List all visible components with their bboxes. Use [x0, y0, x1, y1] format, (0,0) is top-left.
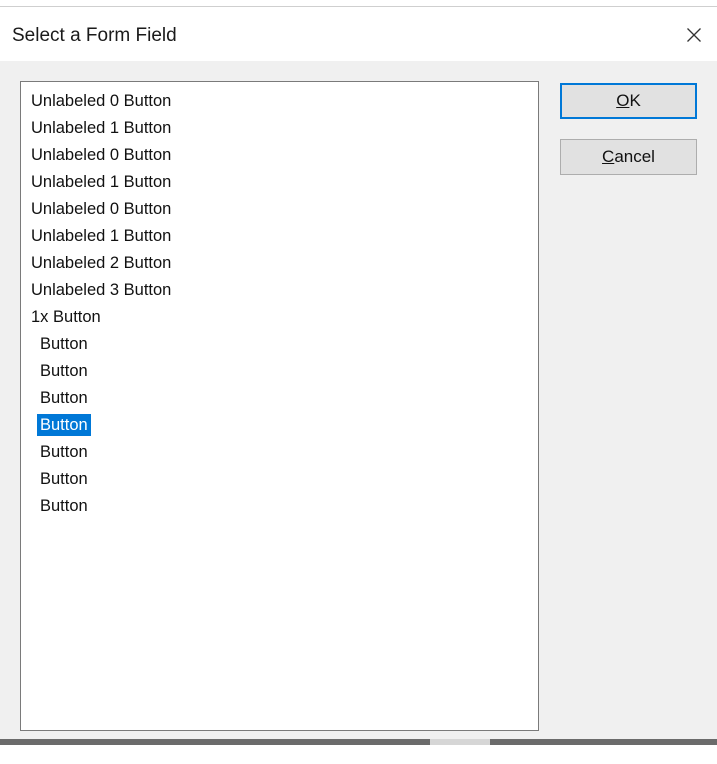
- taskbar-tab: [430, 739, 490, 745]
- list-item-label: Unlabeled 1 Button: [31, 172, 172, 191]
- list-item-label: Unlabeled 3 Button: [31, 280, 172, 299]
- ok-mnemonic: O: [616, 91, 630, 110]
- list-item[interactable]: Unlabeled 2 Button: [21, 249, 538, 276]
- list-item-label: Button: [40, 388, 88, 407]
- ok-label-rest: K: [629, 91, 641, 110]
- list-item-label: Button: [40, 469, 88, 488]
- list-item-selected[interactable]: Button: [21, 411, 538, 438]
- list-item-label: Unlabeled 1 Button: [31, 226, 172, 245]
- list-item[interactable]: Button: [21, 492, 538, 519]
- list-item[interactable]: Unlabeled 0 Button: [21, 87, 538, 114]
- list-item[interactable]: Button: [21, 465, 538, 492]
- ok-button[interactable]: OK: [560, 83, 697, 119]
- taskbar-strip: [0, 739, 717, 745]
- list-item[interactable]: Button: [21, 438, 538, 465]
- form-field-listbox[interactable]: Unlabeled 0 Button Unlabeled 1 Button Unla…: [20, 81, 539, 731]
- cancel-button[interactable]: Cancel: [560, 139, 697, 175]
- close-icon: [687, 28, 701, 42]
- title-bar[interactable]: Select a Form Field: [0, 7, 717, 61]
- cancel-mnemonic: C: [602, 147, 615, 166]
- list-item[interactable]: Unlabeled 1 Button: [21, 114, 538, 141]
- list-item-label: 1x Button: [31, 307, 101, 326]
- select-form-field-dialog: Select a Form Field Unlabeled 0 Button Un…: [0, 0, 717, 764]
- dialog-title: Select a Form Field: [12, 25, 177, 46]
- list-item[interactable]: 1x Button: [21, 303, 538, 330]
- list-item[interactable]: Unlabeled 0 Button: [21, 195, 538, 222]
- list-item[interactable]: Button: [21, 384, 538, 411]
- list-item-label: Button: [40, 496, 88, 515]
- list-item[interactable]: Unlabeled 1 Button: [21, 222, 538, 249]
- cancel-label-rest: ancel: [614, 147, 655, 166]
- list-item-label: Unlabeled 1 Button: [31, 118, 172, 137]
- list-item[interactable]: Unlabeled 3 Button: [21, 276, 538, 303]
- list-item-label: Button: [40, 361, 88, 380]
- list-item[interactable]: Unlabeled 0 Button: [21, 141, 538, 168]
- dialog-body: Unlabeled 0 Button Unlabeled 1 Button Unla…: [0, 61, 717, 739]
- list-item-label: Unlabeled 2 Button: [31, 253, 172, 272]
- bottom-bar: [0, 739, 717, 764]
- list-item-label: Button: [37, 413, 91, 436]
- list-item-label: Unlabeled 0 Button: [31, 91, 172, 110]
- list-item[interactable]: Button: [21, 357, 538, 384]
- list-item[interactable]: Unlabeled 1 Button: [21, 168, 538, 195]
- close-button[interactable]: [671, 7, 717, 61]
- list-item-label: Unlabeled 0 Button: [31, 199, 172, 218]
- list-item-label: Button: [40, 334, 88, 353]
- list-item-label: Unlabeled 0 Button: [31, 145, 172, 164]
- list-item[interactable]: Button: [21, 330, 538, 357]
- list-item-label: Button: [40, 442, 88, 461]
